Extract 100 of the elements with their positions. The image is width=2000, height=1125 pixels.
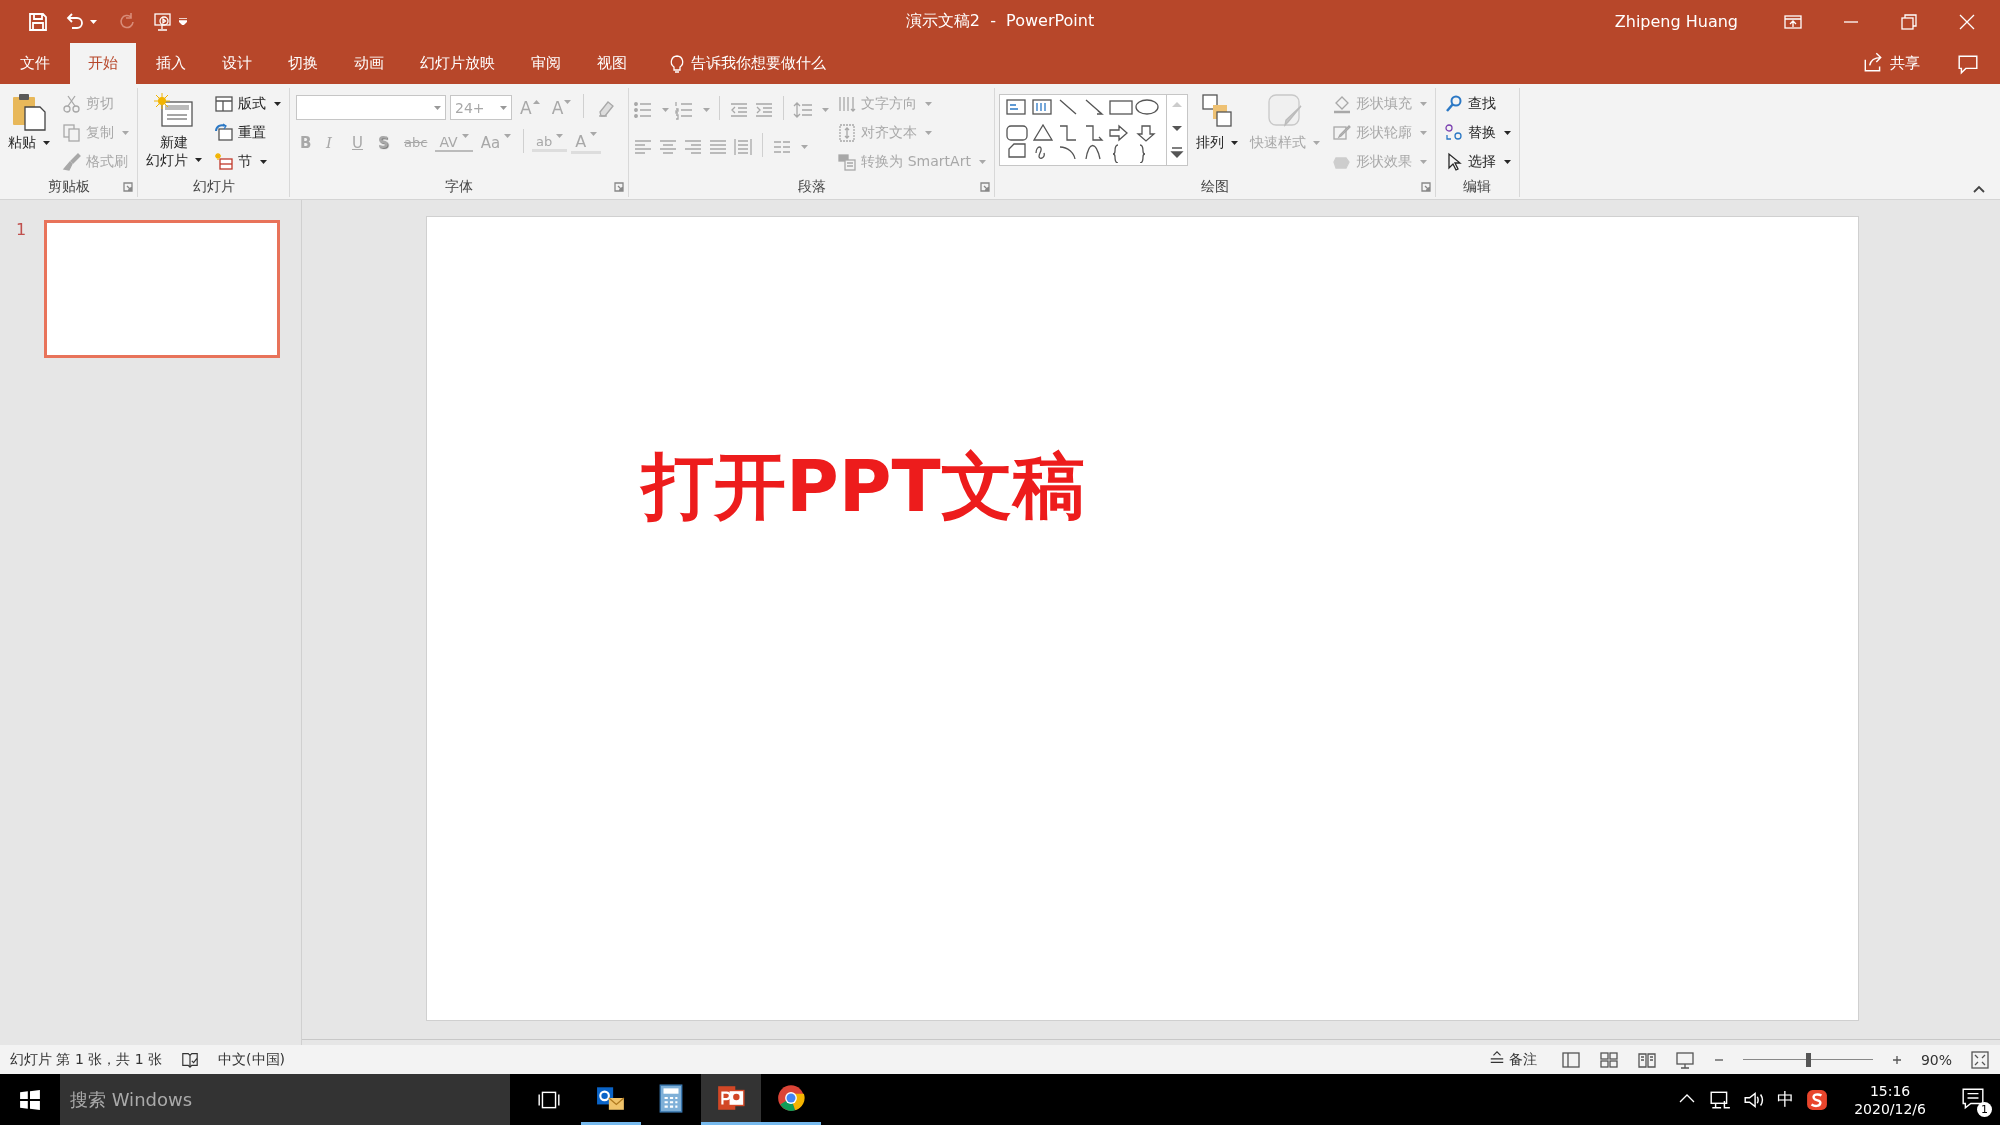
caret-icon: [1503, 131, 1511, 135]
slide-thumbnail[interactable]: [44, 220, 281, 358]
paintbrush-icon: [62, 152, 82, 172]
align-text-icon: [837, 123, 858, 143]
ribbon-tab[interactable]: 设计: [206, 43, 268, 84]
notes-button[interactable]: 备注: [1482, 1049, 1543, 1070]
ribbon-button[interactable]: 选择: [1439, 148, 1515, 176]
caret-icon: [195, 158, 202, 163]
caret-icon: [925, 102, 933, 106]
caret-icon: [564, 99, 572, 104]
input-tool-icon[interactable]: [1806, 1088, 1829, 1111]
section-icon: [214, 152, 234, 172]
group-label: 剪贴板: [47, 178, 90, 196]
caret-icon: [925, 131, 933, 135]
caret-icon: [703, 107, 711, 112]
search-icon: [1443, 94, 1464, 114]
ribbon-large-button[interactable]: 排列: [1191, 88, 1242, 154]
caret-icon: [822, 107, 830, 112]
new-slide-icon: [154, 93, 194, 129]
group-label: 编辑: [1463, 178, 1492, 196]
browser-icon: [776, 1082, 806, 1113]
share-icon: [1862, 50, 1884, 73]
copy-icon: [62, 123, 82, 143]
language-indicator[interactable]: 中文(中国): [218, 1050, 285, 1069]
caret-icon: [978, 160, 986, 164]
caret-icon: [274, 102, 281, 106]
caret-icon: [504, 133, 512, 138]
caret-icon: [556, 133, 564, 138]
user-name[interactable]: Zhipeng Huang: [1614, 12, 1738, 31]
ribbon-tab[interactable]: 审阅: [515, 43, 577, 84]
dialog-launcher-icon[interactable]: [1420, 182, 1431, 192]
slide-count: 幻灯片 第 1 张，共 1 张: [10, 1050, 163, 1069]
notification-badge: 1: [1977, 1102, 1992, 1117]
spell-check-icon[interactable]: [180, 1050, 201, 1069]
zoom-in-icon[interactable]: [1890, 1053, 1903, 1066]
zoom-slider-thumb[interactable]: [1805, 1052, 1811, 1067]
dialog-launcher-icon[interactable]: [123, 182, 133, 192]
ribbon-large-button[interactable]: 粘贴: [4, 88, 54, 154]
slide-title[interactable]: 打开PPT文稿: [642, 447, 1085, 527]
paint-bucket-icon: [1331, 94, 1352, 114]
ribbon-tab[interactable]: 动画: [338, 43, 400, 84]
tell-me-box[interactable]: 告诉我你想要做什么: [691, 43, 826, 84]
caret-icon: [1419, 102, 1427, 106]
smartart-icon: [837, 152, 858, 172]
font-name-field[interactable]: [296, 95, 446, 120]
caret-icon: [500, 105, 507, 110]
search-field[interactable]: 搜索 Windows: [60, 1074, 510, 1125]
ribbon-tab[interactable]: 插入: [140, 43, 202, 84]
notes-icon: [1488, 1050, 1505, 1066]
ribbon-tab[interactable]: 视图: [581, 43, 643, 84]
customize-icon[interactable]: [179, 18, 187, 25]
share-button[interactable]: 共享: [1856, 43, 1926, 84]
windows-logo-icon[interactable]: [19, 1088, 41, 1111]
slide-sorter-icon[interactable]: [1598, 1049, 1619, 1070]
ribbon-button[interactable]: 查找: [1439, 90, 1515, 118]
slide-number: 1: [16, 220, 27, 239]
caret-icon: [434, 105, 441, 110]
ribbon-button[interactable]: 替换: [1439, 119, 1515, 147]
caret-icon: [43, 140, 50, 145]
caret-icon: [90, 19, 97, 24]
layout-icon: [214, 94, 234, 114]
scissors-icon: [62, 94, 82, 114]
ribbon-button[interactable]: 节: [210, 148, 285, 176]
ribbon-tab[interactable]: 文件: [4, 43, 66, 84]
caret-icon: [461, 133, 469, 138]
clock-time[interactable]: 15:16: [1869, 1082, 1911, 1099]
ribbon-tab[interactable]: 切换: [272, 43, 334, 84]
slideshow-icon[interactable]: [1674, 1049, 1695, 1070]
caret-icon: [1312, 140, 1320, 145]
group-label: 段落: [797, 178, 826, 196]
restore-icon[interactable]: [1898, 11, 1920, 32]
ribbon-button[interactable]: 版式: [210, 90, 285, 118]
group-label: 绘图: [1200, 178, 1229, 196]
caret-icon: [122, 131, 129, 135]
ribbon-tab[interactable]: 开始: [70, 43, 136, 84]
replace-icon: [1443, 123, 1464, 143]
normal-view-icon[interactable]: [1560, 1049, 1581, 1070]
dialog-launcher-icon[interactable]: [979, 182, 990, 192]
caret-icon: [662, 107, 670, 112]
ribbon-tab[interactable]: 幻灯片放映: [404, 43, 511, 84]
caret-icon: [1230, 140, 1238, 145]
window-title: 演示文稿2 - PowerPoint: [905, 11, 1095, 32]
fit-to-window-icon[interactable]: [1970, 1049, 1990, 1070]
presentation-app-button[interactable]: [701, 1074, 761, 1125]
group-label: 字体: [445, 178, 474, 196]
group-label: 幻灯片: [192, 178, 235, 196]
collapse-ribbon-icon[interactable]: [1972, 183, 1986, 195]
ribbon-large-button[interactable]: 新建 幻灯片: [142, 88, 206, 171]
ribbon-button[interactable]: 重置: [210, 119, 285, 147]
zoom-level[interactable]: 90%: [1920, 1051, 1952, 1068]
shapes-gallery[interactable]: [998, 94, 1188, 166]
dialog-launcher-icon[interactable]: [614, 182, 625, 192]
clock-date[interactable]: 2020/12/6: [1854, 1100, 1926, 1117]
caret-icon: [260, 160, 267, 164]
caret-icon: [1419, 131, 1427, 135]
caret-up-icon: [532, 99, 540, 104]
input-method-indicator[interactable]: 中: [1771, 1074, 1801, 1125]
caret-icon: [590, 131, 598, 136]
reset-icon: [214, 123, 234, 143]
caret-icon: [801, 144, 809, 149]
